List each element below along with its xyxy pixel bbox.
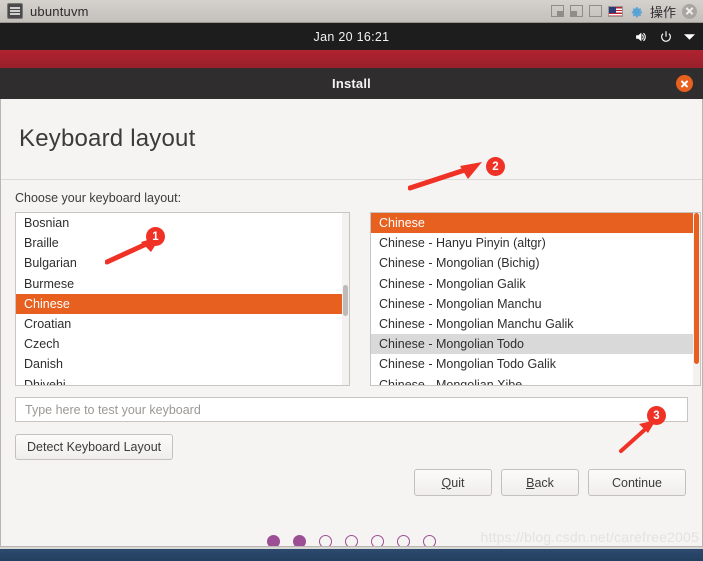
power-icon[interactable]	[659, 30, 673, 44]
dialog-titlebar: Install	[0, 68, 703, 99]
vm-titlebar: ubuntuvm 操作	[0, 0, 703, 23]
page-title: Keyboard layout	[19, 125, 196, 152]
list-item[interactable]: Chinese - Mongolian Manchu	[371, 294, 700, 314]
list-item[interactable]: Chinese - Mongolian Galik	[371, 274, 700, 294]
list-item[interactable]: Chinese - Mongolian Todo	[371, 334, 700, 355]
list-item[interactable]: Chinese - Mongolian Xibe	[371, 375, 700, 386]
scrollbar-thumb[interactable]	[343, 285, 348, 317]
quit-mnemonic: Q	[441, 475, 452, 490]
vm-action-menu-label[interactable]: 操作	[650, 2, 676, 21]
scrollbar-vertical[interactable]	[342, 213, 349, 385]
list-item[interactable]: Bulgarian	[16, 253, 349, 273]
list-item[interactable]: Chinese - Hanyu Pinyin (altgr)	[371, 233, 700, 253]
list-item[interactable]: Czech	[16, 334, 349, 354]
install-dialog: Install Keyboard layout Choose your keyb…	[0, 68, 703, 548]
keyboard-language-list[interactable]: Bosnian Braille Bulgarian Burmese Chinese Cro…	[15, 212, 350, 386]
terminal-icon	[7, 3, 23, 19]
scrollbar-thumb[interactable]	[694, 213, 699, 365]
continue-button[interactable]: Continue	[588, 469, 686, 496]
list-item[interactable]: Chinese - Mongolian Manchu Galik	[371, 314, 700, 334]
close-icon[interactable]	[676, 75, 693, 92]
annotation-badge-2: 2	[486, 157, 505, 176]
minimize-icon[interactable]	[550, 5, 564, 17]
quit-label-rest: uit	[451, 475, 465, 490]
list-item[interactable]: Croatian	[16, 314, 349, 334]
clock[interactable]: Jan 20 16:21	[314, 30, 390, 44]
host-taskbar	[0, 549, 703, 561]
volume-icon[interactable]	[633, 30, 648, 44]
panel-indicators	[633, 23, 695, 50]
dialog-title: Install	[332, 76, 371, 91]
annotation-arrow-2	[408, 162, 482, 191]
list-item[interactable]: Burmese	[16, 274, 349, 294]
keyboard-test-input[interactable]	[15, 397, 688, 422]
list-item[interactable]: Chinese	[16, 293, 349, 314]
list-item[interactable]: Chinese	[371, 213, 700, 234]
quit-button[interactable]: Quit	[414, 469, 492, 496]
maximize-icon[interactable]	[588, 5, 602, 17]
vm-window-title: ubuntuvm	[30, 3, 89, 19]
annotation-badge-1: 1	[146, 227, 165, 246]
keyboard-variant-list[interactable]: Chinese Chinese - Hanyu Pinyin (altgr) Chi…	[370, 212, 701, 386]
close-icon[interactable]	[682, 3, 697, 19]
gear-icon[interactable]	[629, 4, 644, 19]
watermark: https://blog.csdn.net/carefree2005	[480, 529, 699, 545]
restore-icon[interactable]	[569, 5, 583, 17]
scrollbar-vertical[interactable]	[693, 213, 700, 385]
list-item[interactable]: Chinese - Mongolian (Bichig)	[371, 253, 700, 273]
dialog-body: Keyboard layout Choose your keyboard lay…	[0, 99, 703, 548]
list-item[interactable]: Chinese - Mongolian Todo Galik	[371, 354, 700, 374]
list-item[interactable]: Bosnian	[16, 213, 349, 233]
detect-keyboard-layout-button[interactable]: Detect Keyboard Layout	[15, 434, 174, 460]
back-label-rest: ack	[534, 475, 554, 490]
ubuntu-top-panel: Jan 20 16:21	[0, 23, 703, 50]
us-flag-icon[interactable]	[607, 5, 623, 17]
annotation-badge-3: 3	[647, 406, 666, 425]
back-button[interactable]: Back	[501, 469, 579, 496]
list-item[interactable]: Dhivehi	[16, 375, 349, 386]
vm-window-controls: 操作	[550, 2, 703, 21]
list-item[interactable]: Braille	[16, 233, 349, 253]
chevron-down-icon[interactable]	[684, 33, 695, 41]
list-item[interactable]: Danish	[16, 354, 349, 374]
desktop-top-stripe	[0, 50, 703, 68]
navigation-buttons: Quit Back Continue	[414, 469, 686, 496]
prompt-label: Choose your keyboard layout:	[15, 191, 182, 205]
